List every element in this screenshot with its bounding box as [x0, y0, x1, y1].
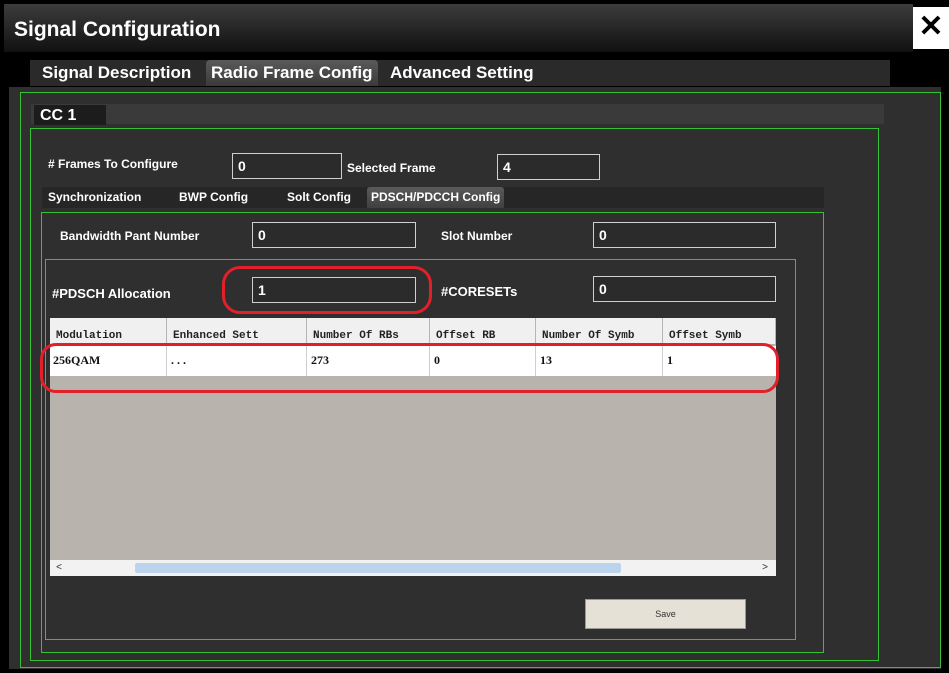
tab-cc-1[interactable]: CC 1 — [34, 105, 106, 125]
close-icon[interactable]: ✕ — [913, 7, 949, 49]
signal-configuration-window: Signal Configuration ✕ Signal Descriptio… — [0, 0, 949, 673]
highlight-allocation-row — [40, 343, 779, 393]
main-tab-bar: Signal Description Radio Frame Config Ad… — [30, 60, 890, 86]
column-header-enhanced-settings[interactable]: Enhanced Sett — [167, 318, 307, 344]
table-header-row: Modulation Enhanced Sett Number Of RBs O… — [50, 318, 776, 344]
tab-advanced-setting[interactable]: Advanced Setting — [390, 60, 534, 86]
selected-frame-input[interactable]: 4 — [497, 154, 600, 180]
tab-pdsch-pdcch-config[interactable]: PDSCH/PDCCH Config — [367, 187, 505, 208]
scroll-right-icon[interactable]: > — [758, 561, 772, 575]
slot-number-input[interactable]: 0 — [593, 222, 776, 248]
frames-to-configure-label: # Frames To Configure — [48, 157, 178, 171]
sub-tab-bar: Synchronization BWP Config Solt Config P… — [42, 187, 824, 208]
tab-signal-description[interactable]: Signal Description — [42, 60, 191, 86]
title-bar: Signal Configuration — [4, 4, 913, 52]
column-header-offset-symbol[interactable]: Offset Symb — [663, 318, 776, 344]
tab-bwp-config[interactable]: BWP Config — [179, 187, 248, 208]
horizontal-scrollbar[interactable]: < > — [50, 560, 776, 576]
column-header-offset-rb[interactable]: Offset RB — [430, 318, 536, 344]
tab-radio-frame-config[interactable]: Radio Frame Config — [206, 60, 378, 86]
bandwidth-part-number-input[interactable]: 0 — [252, 222, 416, 248]
bandwidth-part-number-label: Bandwidth Pant Number — [60, 229, 200, 243]
coresets-input[interactable]: 0 — [593, 276, 776, 302]
scroll-left-icon[interactable]: < — [52, 561, 66, 575]
tab-synchronization[interactable]: Synchronization — [48, 187, 141, 208]
cc-tab-bar — [31, 104, 884, 124]
window-title: Signal Configuration — [14, 18, 221, 41]
slot-number-label: Slot Number — [441, 229, 513, 243]
pdsch-allocation-label: #PDSCH Allocation — [52, 286, 171, 301]
tab-solt-config[interactable]: Solt Config — [287, 187, 351, 208]
scrollbar-thumb[interactable] — [135, 563, 621, 573]
column-header-modulation[interactable]: Modulation — [50, 318, 167, 344]
column-header-number-of-symbols[interactable]: Number Of Symb — [536, 318, 663, 344]
frames-to-configure-input[interactable]: 0 — [232, 153, 342, 179]
coresets-label: #CORESETs — [441, 284, 518, 299]
column-header-number-of-rbs[interactable]: Number Of RBs — [307, 318, 430, 344]
save-button[interactable]: Save — [585, 599, 746, 629]
highlight-pdsch-allocation — [222, 266, 432, 314]
selected-frame-label: Selected Frame — [347, 161, 436, 175]
